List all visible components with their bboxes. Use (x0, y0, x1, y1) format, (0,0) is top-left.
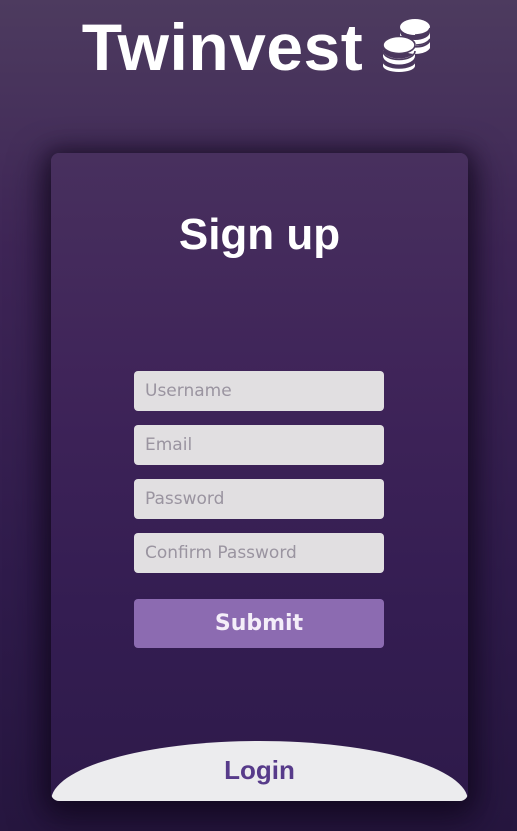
confirm-password-input[interactable] (134, 533, 384, 573)
password-input[interactable] (134, 479, 384, 519)
brand-header: Twinvest (0, 6, 517, 88)
coins-icon (382, 19, 432, 72)
login-tab[interactable]: Login (51, 741, 468, 801)
signup-card: Sign up Submit Login (51, 153, 468, 801)
brand-name: Twinvest (81, 10, 364, 84)
signup-title: Sign up (178, 210, 341, 259)
submit-button[interactable]: Submit (134, 599, 384, 648)
email-input[interactable] (134, 425, 384, 465)
signup-form: Submit (134, 371, 384, 648)
username-input[interactable] (134, 371, 384, 411)
login-label: Login (224, 755, 295, 785)
